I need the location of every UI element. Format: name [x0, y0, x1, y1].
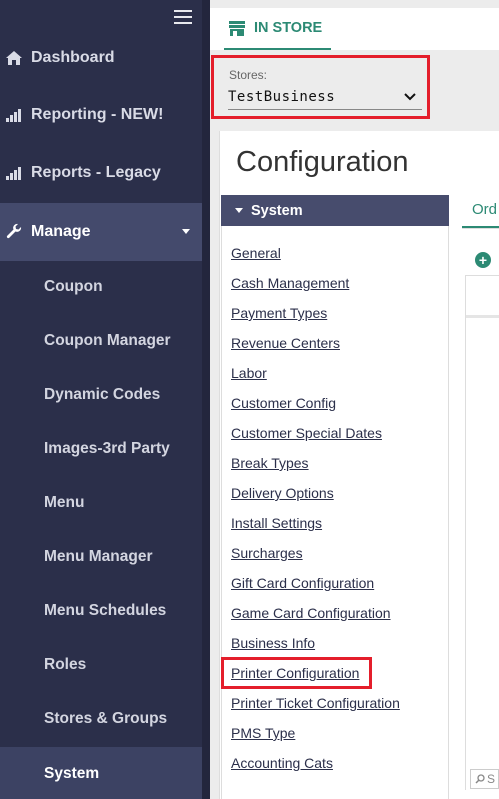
store-icon: [229, 20, 245, 36]
sidebar-item-label: Roles: [44, 656, 87, 673]
sidebar-item-label: Menu Manager: [44, 548, 153, 565]
link-customer-special-dates[interactable]: Customer Special Dates: [231, 425, 382, 441]
link-printer-ticket-configuration[interactable]: Printer Ticket Configuration: [231, 695, 400, 711]
link-game-card-configuration[interactable]: Game Card Configuration: [231, 605, 391, 621]
link-payment-types[interactable]: Payment Types: [231, 305, 327, 321]
tab-orders[interactable]: Ord: [462, 196, 499, 228]
sidebar-item-images-3rd-party[interactable]: Images-3rd Party: [0, 422, 202, 476]
sidebar-item-label: Dynamic Codes: [44, 386, 161, 403]
tab-in-store[interactable]: IN STORE: [224, 8, 331, 50]
system-section-header[interactable]: System: [221, 195, 449, 226]
nav-label: Manage: [31, 223, 91, 240]
link-pms-type[interactable]: PMS Type: [231, 725, 295, 741]
section-label: System: [251, 202, 303, 219]
bar-chart-icon: [5, 166, 23, 180]
sidebar-item-menu-manager[interactable]: Menu Manager: [0, 530, 202, 584]
link-labor[interactable]: Labor: [231, 365, 267, 381]
caret-down-icon: [182, 229, 190, 234]
top-tab-bar: IN STORE: [210, 8, 499, 50]
hamburger-menu-icon[interactable]: [174, 10, 192, 24]
sidebar-item-dynamic-codes[interactable]: Dynamic Codes: [0, 368, 202, 422]
link-accounting-cats[interactable]: Accounting Cats: [231, 755, 333, 771]
nav-label: Dashboard: [31, 49, 115, 66]
link-install-settings[interactable]: Install Settings: [231, 515, 322, 531]
wrench-icon: [5, 223, 23, 241]
sidebar-item-label: Stores & Groups: [44, 710, 168, 727]
nav-label: Reporting - NEW!: [31, 106, 164, 123]
sidebar-item-label: Menu Schedules: [44, 602, 167, 619]
link-business-info[interactable]: Business Info: [231, 635, 315, 651]
printer-config-highlight: [221, 657, 372, 689]
sidebar-item-menu[interactable]: Menu: [0, 476, 202, 530]
caret-down-icon: [235, 208, 243, 213]
sidebar-item-label: Images-3rd Party: [44, 440, 170, 457]
search-text: S: [487, 772, 496, 786]
table-header-band: [466, 315, 499, 318]
sidebar-item-label: Menu: [44, 494, 85, 511]
nav-manage[interactable]: Manage: [0, 203, 202, 261]
link-general[interactable]: General: [231, 245, 281, 261]
sidebar-item-label: Coupon: [44, 278, 103, 295]
link-delivery-options[interactable]: Delivery Options: [231, 485, 334, 501]
stores-highlight: [211, 55, 430, 119]
nav-dashboard[interactable]: Dashboard: [0, 29, 202, 87]
home-icon: [5, 51, 23, 65]
sidebar-item-coupon-manager[interactable]: Coupon Manager: [0, 314, 202, 368]
sidebar-item-coupon[interactable]: Coupon: [0, 260, 202, 314]
nav-label: Reports - Legacy: [31, 164, 161, 181]
sidebar-edge: [202, 0, 210, 799]
sidebar: Dashboard Reporting - NEW! Reports - Leg…: [0, 0, 202, 799]
link-gift-card-configuration[interactable]: Gift Card Configuration: [231, 575, 374, 591]
link-customer-config[interactable]: Customer Config: [231, 395, 336, 411]
sidebar-item-label: Coupon Manager: [44, 332, 171, 349]
page-title: Configuration: [236, 146, 409, 178]
search-icon: [475, 774, 485, 784]
sidebar-item-roles[interactable]: Roles: [0, 638, 202, 692]
search-input[interactable]: S: [470, 769, 499, 789]
sidebar-item-menu-schedules[interactable]: Menu Schedules: [0, 584, 202, 638]
bar-chart-icon: [5, 108, 23, 122]
link-cash-management[interactable]: Cash Management: [231, 275, 349, 291]
sidebar-item-system[interactable]: System: [0, 747, 202, 799]
link-break-types[interactable]: Break Types: [231, 455, 309, 471]
tab-label: IN STORE: [254, 20, 323, 36]
nav-reports-legacy[interactable]: Reports - Legacy: [0, 144, 202, 202]
sidebar-item-stores-groups[interactable]: Stores & Groups: [0, 692, 202, 746]
link-surcharges[interactable]: Surcharges: [231, 545, 303, 561]
link-revenue-centers[interactable]: Revenue Centers: [231, 335, 340, 351]
right-content-panel: [465, 275, 499, 790]
divider: [462, 228, 499, 229]
sidebar-item-label: System: [44, 765, 100, 782]
add-icon[interactable]: +: [475, 252, 491, 268]
nav-reporting-new[interactable]: Reporting - NEW!: [0, 86, 202, 144]
